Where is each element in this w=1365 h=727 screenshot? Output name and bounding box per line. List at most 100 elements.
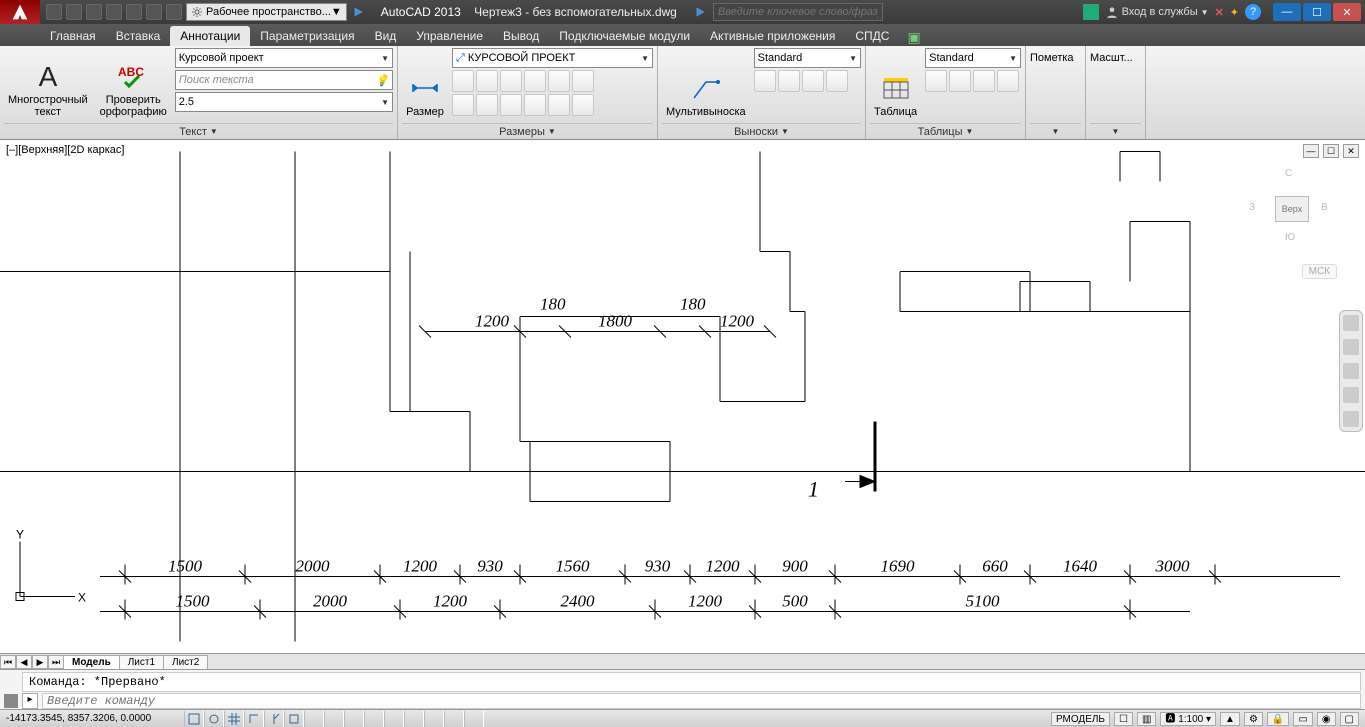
play-icon-2[interactable]	[693, 5, 707, 19]
tab-annotate[interactable]: Аннотации	[170, 26, 250, 46]
layout-first-button[interactable]: ⏮	[0, 655, 16, 669]
leader-remove-button[interactable]	[778, 70, 800, 92]
status-annoscale[interactable]: 🅰 1:100 ▾	[1160, 712, 1216, 726]
status-hardware-icon[interactable]: ▭	[1293, 712, 1312, 726]
tab-parametric[interactable]: Параметризация	[250, 26, 364, 46]
text-search-input[interactable]: Поиск текста💡	[175, 70, 393, 90]
qat-plot-icon[interactable]	[126, 4, 142, 20]
qat-redo-icon[interactable]	[166, 4, 182, 20]
layout-tab-sheet2[interactable]: Лист2	[163, 655, 208, 669]
workspace-combo[interactable]: Рабочее пространство... ▼	[186, 3, 347, 21]
table-extract-button[interactable]	[925, 70, 947, 92]
app-logo[interactable]	[0, 0, 40, 24]
qat-save-icon[interactable]	[86, 4, 102, 20]
dimension-button[interactable]: Размер	[402, 48, 448, 120]
layout-tab-model[interactable]: Модель	[63, 655, 120, 669]
sc-toggle[interactable]	[444, 711, 464, 727]
command-input[interactable]	[42, 693, 1361, 709]
dim-radius-button[interactable]	[548, 70, 570, 92]
panel-dim-title[interactable]: Размеры▼	[402, 123, 653, 139]
status-ws-icon[interactable]: ⚙	[1244, 712, 1263, 726]
table-download-button[interactable]	[973, 70, 995, 92]
status-coords[interactable]: -14173.3545, 8357.3206, 0.0000	[0, 713, 180, 724]
panel-leader-title[interactable]: Выноски▼	[662, 123, 861, 139]
command-prompt-icon[interactable]: ▸	[22, 693, 38, 709]
layout-prev-button[interactable]: ◀	[16, 655, 32, 669]
table-link-button[interactable]	[949, 70, 971, 92]
status-annovis-icon[interactable]: ▲	[1220, 712, 1240, 726]
command-handle-icon[interactable]	[4, 694, 18, 708]
3dosnap-toggle[interactable]	[304, 711, 324, 727]
leader-add-button[interactable]	[754, 70, 776, 92]
tab-insert[interactable]: Вставка	[106, 26, 171, 46]
markup-label[interactable]: Пометка	[1030, 48, 1074, 64]
dim-continue-button[interactable]	[548, 94, 570, 116]
infer-constraints-toggle[interactable]	[184, 711, 204, 727]
otrack-toggle[interactable]	[324, 711, 344, 727]
ducs-toggle[interactable]	[344, 711, 364, 727]
maximize-button[interactable]: ☐	[1303, 3, 1331, 21]
minimize-button[interactable]: —	[1273, 3, 1301, 21]
multiline-text-button[interactable]: A Многострочный текст	[4, 48, 92, 120]
layout-tab-sheet1[interactable]: Лист1	[119, 655, 164, 669]
signin-button[interactable]: Вход в службы ▼	[1105, 5, 1209, 19]
sparkle-icon[interactable]: ✦	[1230, 6, 1239, 19]
qat-new-icon[interactable]	[46, 4, 62, 20]
qp-toggle[interactable]	[424, 711, 444, 727]
lwt-toggle[interactable]	[384, 711, 404, 727]
polar-toggle[interactable]	[264, 711, 284, 727]
search-input[interactable]	[713, 3, 883, 21]
dyn-toggle[interactable]	[364, 711, 384, 727]
grid-toggle[interactable]	[224, 711, 244, 727]
panel-scale-title[interactable]: ▼	[1090, 123, 1141, 139]
dim-break-button[interactable]	[500, 94, 522, 116]
multileader-button[interactable]: Мультивыноска	[662, 48, 750, 120]
table-style-combo[interactable]: Standard▼	[925, 48, 1021, 68]
dim-angular-button[interactable]	[500, 70, 522, 92]
tab-home[interactable]: Главная	[40, 26, 106, 46]
dim-space-button[interactable]	[524, 94, 546, 116]
spellcheck-button[interactable]: ABC Проверить орфографию	[96, 48, 171, 120]
status-quickview-icon[interactable]: ▥	[1137, 712, 1156, 726]
scale-label[interactable]: Масшт...	[1090, 48, 1133, 64]
leader-align-button[interactable]	[802, 70, 824, 92]
layout-next-button[interactable]: ▶	[32, 655, 48, 669]
ortho-toggle[interactable]	[244, 711, 264, 727]
table-export-button[interactable]	[997, 70, 1019, 92]
panel-table-title[interactable]: Таблицы▼	[870, 123, 1021, 139]
help-icon[interactable]: ?	[1245, 4, 1261, 20]
exchange-icon[interactable]	[1083, 4, 1099, 20]
dim-jogged-button[interactable]	[452, 94, 474, 116]
dim-arc-button[interactable]	[524, 70, 546, 92]
tpy-toggle[interactable]	[404, 711, 424, 727]
model-canvas[interactable]: 1200 180 1800 180 1200 1 150020001200930…	[0, 140, 1365, 653]
close-button[interactable]: ✕	[1333, 3, 1361, 21]
tab-view[interactable]: Вид	[365, 26, 407, 46]
status-clean-icon[interactable]: ▢	[1340, 712, 1359, 726]
drawing-area[interactable]: [–][Верхняя][2D каркас] — ☐ ✕ С Ю З В Ве…	[0, 140, 1365, 653]
panel-text-title[interactable]: Текст▼	[4, 123, 393, 139]
status-isolate-icon[interactable]: ◉	[1317, 712, 1336, 726]
x-icon[interactable]: ✕	[1215, 6, 1224, 19]
qat-undo-icon[interactable]	[146, 4, 162, 20]
tab-plugins[interactable]: Подключаемые модули	[549, 26, 700, 46]
tab-spds[interactable]: СПДС	[845, 26, 899, 46]
qat-open-icon[interactable]	[66, 4, 82, 20]
dim-ordinate-button[interactable]	[476, 94, 498, 116]
tab-output[interactable]: Вывод	[493, 26, 549, 46]
play-icon[interactable]	[351, 5, 365, 19]
dim-aligned-button[interactable]	[476, 70, 498, 92]
osnap-toggle[interactable]	[284, 711, 304, 727]
status-model[interactable]: РМОДЕЛЬ	[1051, 712, 1110, 726]
table-button[interactable]: Таблица	[870, 48, 921, 120]
am-toggle[interactable]	[464, 711, 484, 727]
tab-featured[interactable]: Активные приложения	[700, 26, 845, 46]
snap-toggle[interactable]	[204, 711, 224, 727]
dim-diameter-button[interactable]	[572, 70, 594, 92]
qat-saveas-icon[interactable]	[106, 4, 122, 20]
dim-baseline-button[interactable]	[572, 94, 594, 116]
tab-manage[interactable]: Управление	[406, 26, 493, 46]
dim-style-combo[interactable]: ⤢ КУРСОВОЙ ПРОЕКТ▼	[452, 48, 653, 68]
status-lock-icon[interactable]: 🔒	[1267, 712, 1289, 726]
text-height-combo[interactable]: 2.5▼	[175, 92, 393, 112]
